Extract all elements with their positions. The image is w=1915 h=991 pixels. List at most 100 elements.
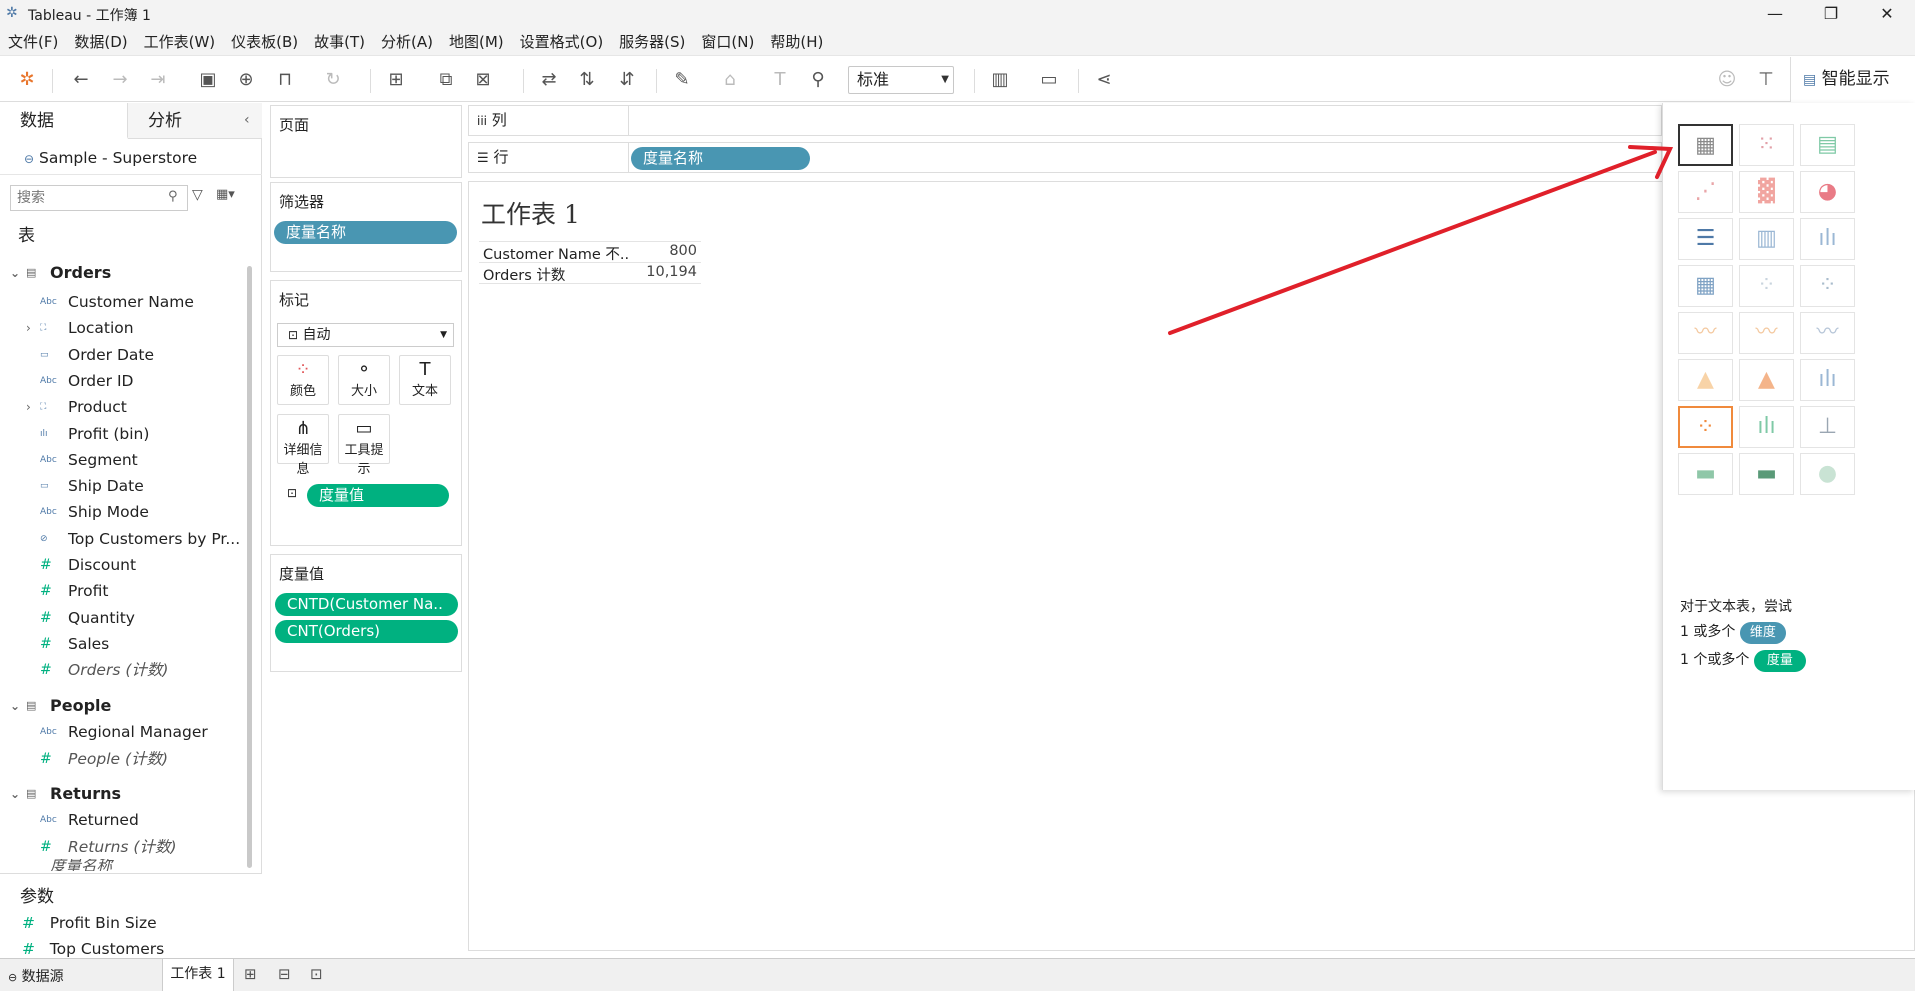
field-item[interactable]: ılı Profit (bin) — [0, 421, 245, 447]
ask-data-icon[interactable]: ☺ — [1714, 67, 1740, 93]
clear-sheet-icon[interactable]: ⊠ — [470, 67, 496, 93]
show-cards-icon[interactable]: ▥ — [987, 67, 1013, 93]
save-icon[interactable]: ▣ — [195, 67, 221, 93]
chart-type-stacked-bar[interactable]: ▥ — [1739, 218, 1794, 260]
chart-type-circle-view[interactable]: ⁘ — [1739, 265, 1794, 307]
redo-icon[interactable]: → — [107, 67, 133, 93]
chart-type-filled-map[interactable]: ▓ — [1739, 171, 1794, 213]
new-dashboard-icon[interactable]: ⊟ — [278, 965, 291, 983]
field-item[interactable]: 度量名称 — [0, 859, 245, 871]
menu-dashboard[interactable]: 仪表板(B) — [231, 29, 298, 55]
format-painter-icon[interactable]: ⊤ — [1753, 67, 1779, 93]
swap-rows-columns-icon[interactable]: ⇄ — [536, 67, 562, 93]
collapse-pane-icon[interactable]: ‹ — [244, 112, 250, 128]
sort-descending-icon[interactable]: ⇵ — [614, 67, 640, 93]
chart-type-bullet-graph[interactable]: ▬ — [1739, 453, 1794, 495]
field-item[interactable]: # Sales — [0, 631, 245, 657]
filters-shelf[interactable]: 筛选器 度量名称 — [270, 182, 462, 272]
field-item[interactable]: Abc Regional Manager — [0, 719, 245, 745]
menu-server[interactable]: 服务器(S) — [619, 29, 685, 55]
view-options-icon[interactable]: ▦▾ — [216, 187, 235, 202]
chevron-down-icon[interactable]: ⌄ — [10, 260, 20, 286]
maximize-button[interactable]: ❐ — [1803, 0, 1859, 29]
chevron-right-icon[interactable]: › — [26, 394, 31, 420]
field-item[interactable]: ⊘ Top Customers by Pr... — [0, 526, 245, 552]
chart-type-area-continuous[interactable]: ▲ — [1678, 359, 1733, 401]
presentation-mode-icon[interactable]: ▭ — [1036, 67, 1062, 93]
field-item[interactable]: Abc Customer Name — [0, 289, 245, 315]
text-table[interactable]: Customer Name 不.. 800 Orders 计数 10,194 — [479, 241, 701, 284]
fit-select[interactable]: 标准 ▼ — [848, 66, 954, 94]
chart-type-highlight-table[interactable]: ▤ — [1800, 124, 1855, 166]
tableau-home-icon[interactable]: ✲ — [14, 67, 40, 93]
new-datasource-icon[interactable]: ⊕ — [233, 67, 259, 93]
tooltip-button[interactable]: ▭ 工具提示 — [338, 414, 390, 477]
chart-type-line-discrete[interactable]: 〰 — [1739, 312, 1794, 354]
new-story-icon[interactable]: ⊡ — [310, 965, 323, 983]
tab-analysis[interactable]: 分析 — [128, 103, 262, 139]
chart-type-side-by-side-bar[interactable]: ılı — [1800, 218, 1855, 260]
datasource-tab[interactable]: ⊖ 数据源 — [8, 966, 64, 986]
show-labels-icon[interactable]: T — [767, 67, 793, 93]
field-item[interactable]: # Profit — [0, 578, 245, 604]
fix-axes-icon[interactable]: ⚲ — [805, 67, 831, 93]
detail-button[interactable]: ⋔ 详细信息 — [277, 414, 329, 477]
menu-window[interactable]: 窗口(N) — [701, 29, 754, 55]
chart-type-treemap[interactable]: ▦ — [1678, 265, 1733, 307]
param-item[interactable]: # Profit Bin Size — [22, 910, 157, 936]
menu-data[interactable]: 数据(D) — [74, 29, 127, 55]
field-item[interactable]: Abc Order ID — [0, 368, 245, 394]
filter-icon[interactable]: ▽ — [192, 187, 203, 203]
chart-type-side-by-side-circle[interactable]: ⁘ — [1800, 265, 1855, 307]
undo-icon[interactable]: ← — [68, 67, 94, 93]
field-item[interactable]: # Returns (计数) — [0, 834, 245, 860]
field-item[interactable]: # Quantity — [0, 605, 245, 631]
close-button[interactable]: ✕ — [1859, 0, 1915, 29]
refresh-icon[interactable]: ↻ — [320, 67, 346, 93]
field-item[interactable]: # Discount — [0, 552, 245, 578]
mark-pill[interactable]: 度量值 — [307, 484, 449, 507]
measure-values-card[interactable]: 度量值 CNTD(Customer Na.. CNT(Orders) — [270, 554, 462, 672]
text-button[interactable]: T 文本 — [399, 355, 451, 405]
filter-pill[interactable]: 度量名称 — [274, 221, 457, 244]
highlight-icon[interactable]: ✎ — [669, 67, 695, 93]
share-icon[interactable]: ⋖ — [1091, 67, 1117, 93]
new-worksheet-icon[interactable]: ⊞ — [383, 67, 409, 93]
chart-type-dual-line[interactable]: 〰 — [1800, 312, 1855, 354]
field-item[interactable]: # People (计数) — [0, 746, 245, 772]
chart-type-scatter-plot[interactable]: ⁘ — [1678, 406, 1733, 448]
chart-type-heat-map[interactable]: ⁙ — [1739, 124, 1794, 166]
menu-story[interactable]: 故事(T) — [314, 29, 365, 55]
field-item[interactable]: Abc Segment — [0, 447, 245, 473]
replay-icon[interactable]: ⇥ — [145, 67, 171, 93]
measure-pill[interactable]: CNT(Orders) — [275, 620, 458, 643]
chart-type-gantt-chart[interactable]: ▬ — [1678, 453, 1733, 495]
pages-shelf[interactable]: 页面 — [270, 105, 462, 178]
chevron-down-icon[interactable]: ⌄ — [10, 781, 20, 807]
chart-type-box-whisker[interactable]: ⊥ — [1800, 406, 1855, 448]
columns-shelf[interactable]: iii 列 — [468, 105, 1662, 136]
color-button[interactable]: ⁘ 颜色 — [277, 355, 329, 405]
menu-help[interactable]: 帮助(H) — [770, 29, 823, 55]
field-item[interactable]: ▭ Ship Date — [0, 473, 245, 499]
menu-map[interactable]: 地图(M) — [449, 29, 504, 55]
chevron-down-icon[interactable]: ⌄ — [10, 693, 20, 719]
size-button[interactable]: ⚬ 大小 — [338, 355, 390, 405]
field-item[interactable]: › ⛶ Product — [0, 394, 245, 420]
search-input[interactable] — [10, 185, 188, 211]
sheet-tab[interactable]: 工作表 1 — [162, 959, 234, 991]
menu-analysis[interactable]: 分析(A) — [381, 29, 433, 55]
sort-ascending-icon[interactable]: ⇅ — [574, 67, 600, 93]
menu-format[interactable]: 设置格式(O) — [520, 29, 604, 55]
rows-pill[interactable]: 度量名称 — [631, 147, 810, 170]
chart-type-histogram[interactable]: ılı — [1739, 406, 1794, 448]
chart-type-horizontal-bar[interactable]: ☰ — [1678, 218, 1733, 260]
group-members-icon[interactable]: ⌂ — [717, 67, 743, 93]
chevron-right-icon[interactable]: › — [26, 315, 31, 341]
show-me-toggle[interactable]: ▤ 智能显示 — [1790, 57, 1915, 102]
chart-type-dual-combination[interactable]: ılı — [1800, 359, 1855, 401]
field-item[interactable]: ▭ Order Date — [0, 342, 245, 368]
pause-updates-icon[interactable]: ⊓ — [272, 67, 298, 93]
chart-type-symbol-map[interactable]: ⋰ — [1678, 171, 1733, 213]
tab-data[interactable]: 数据 — [0, 103, 128, 139]
